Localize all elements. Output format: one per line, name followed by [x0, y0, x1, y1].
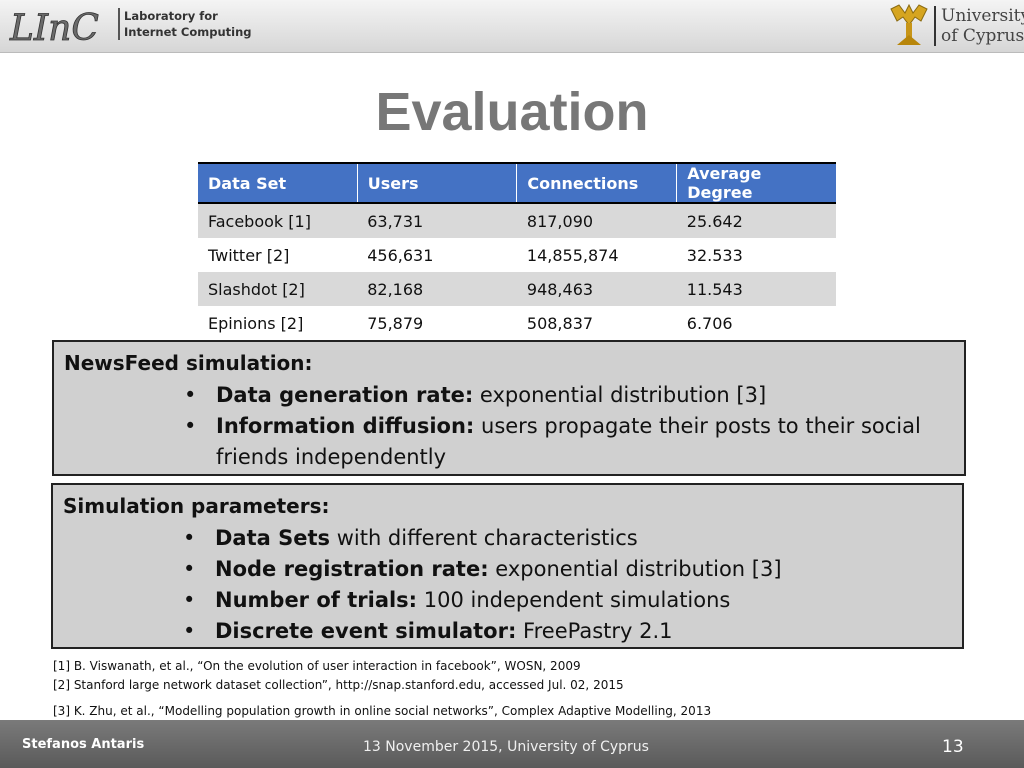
footer-bar: Stefanos Antaris 13 November 2015, Unive… [0, 720, 1024, 768]
bullet-term: Information diffusion: [216, 414, 475, 438]
table-cell: 63,731 [357, 203, 517, 238]
bullet-text: 100 independent simulations [417, 588, 731, 612]
table-header-cell: Users [356, 162, 517, 204]
university-line1: University [941, 6, 1024, 26]
linc-logo: LInC [9, 8, 100, 48]
box-heading: Simulation parameters: [63, 494, 330, 518]
reference-item: [3] K. Zhu, et al., “Modelling populatio… [53, 704, 712, 718]
list-item: • Node registration rate: exponential dis… [183, 554, 953, 585]
bullet-list: • Data Sets with different characteristic… [183, 523, 953, 647]
dataset-table: Data Set Users Connections Average Degre… [198, 162, 836, 342]
table-row: Twitter [2] 456,631 14,855,874 32.533 [198, 238, 836, 272]
table-header-row: Data Set Users Connections Average Degre… [198, 162, 836, 204]
bullet-term: Data Sets [215, 526, 331, 550]
university-name: University of Cyprus [934, 6, 1024, 46]
references: [1] B. Viswanath, et al., “On the evolut… [53, 657, 993, 721]
table-row: Facebook [1] 63,731 817,090 25.642 [198, 203, 836, 238]
university-line2: of Cyprus [941, 26, 1024, 46]
box-heading: NewsFeed simulation: [64, 351, 313, 375]
bullet-text: FreePastry 2.1 [516, 619, 673, 643]
bullet-term: Discrete event simulator: [215, 619, 517, 643]
footer-author: Stefanos Antaris [22, 737, 145, 752]
table-cell: 82,168 [357, 272, 517, 306]
newsfeed-simulation-box: NewsFeed simulation: • Data generation ra… [52, 340, 966, 476]
list-item: • Data generation rate: exponential distr… [184, 380, 954, 411]
bullet-term: Data generation rate: [216, 383, 474, 407]
table-row: Epinions [2] 75,879 508,837 6.706 [198, 306, 836, 342]
table-cell: Facebook [1] [198, 203, 358, 238]
table-cell: 508,837 [516, 306, 677, 342]
footer-date: 13 November 2015, University of Cyprus [363, 739, 649, 755]
university-crest-icon [890, 3, 928, 45]
bullet-list: • Data generation rate: exponential distr… [184, 380, 954, 473]
table-cell: 32.533 [676, 238, 836, 272]
reference-item: [2] Stanford large network dataset colle… [53, 678, 624, 692]
table-cell: 6.706 [676, 306, 836, 342]
table-cell: 14,855,874 [516, 238, 677, 272]
list-item: • Number of trials: 100 independent simul… [183, 585, 953, 616]
table-cell: 11.543 [676, 272, 836, 306]
reference-item: [1] B. Viswanath, et al., “On the evolut… [53, 659, 581, 673]
lab-name-line2: Internet Computing [124, 25, 252, 39]
table-header-cell: Average Degree [676, 162, 836, 204]
table-cell: Epinions [2] [198, 306, 358, 342]
header-bar: LInC Laboratory for Internet Computing U… [0, 0, 1024, 53]
table-cell: 75,879 [357, 306, 517, 342]
bullet-term: Node registration rate: [215, 557, 489, 581]
table-cell: 948,463 [516, 272, 677, 306]
bullet-icon: • [184, 414, 197, 438]
lab-name: Laboratory for Internet Computing [118, 8, 254, 40]
bullet-icon: • [183, 588, 196, 612]
list-item: • Discrete event simulator: FreePastry 2.… [183, 616, 953, 647]
list-item: • Information diffusion: users propagate … [184, 411, 954, 473]
bullet-term: Number of trials: [215, 588, 418, 612]
table-header-cell: Connections [516, 162, 677, 204]
bullet-icon: • [183, 526, 196, 550]
lab-name-line1: Laboratory for [124, 9, 218, 23]
bullet-text: exponential distribution [3] [473, 383, 767, 407]
simulation-parameters-box: Simulation parameters: • Data Sets with d… [51, 483, 964, 649]
table-cell: 456,631 [357, 238, 517, 272]
bullet-icon: • [183, 557, 196, 581]
table-header-cell: Data Set [198, 162, 358, 204]
bullet-icon: • [183, 619, 196, 643]
linc-logo-text: LInC [9, 8, 99, 48]
bullet-text: exponential distribution [3] [488, 557, 782, 581]
list-item: • Data Sets with different characteristic… [183, 523, 953, 554]
table-cell: 817,090 [516, 203, 677, 238]
table-cell: 25.642 [676, 203, 836, 238]
table-row: Slashdot [2] 82,168 948,463 11.543 [198, 272, 836, 306]
slide-number: 13 [942, 737, 964, 757]
slide-title: Evaluation [375, 82, 649, 142]
bullet-icon: • [184, 383, 197, 407]
table-cell: Twitter [2] [198, 238, 358, 272]
bullet-text: with different characteristics [330, 526, 638, 550]
table-cell: Slashdot [2] [198, 272, 358, 306]
